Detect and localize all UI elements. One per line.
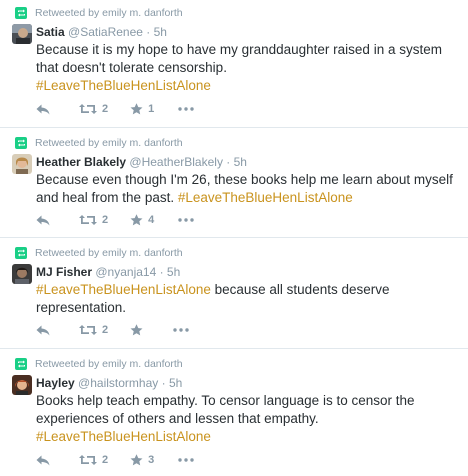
favorite-star-icon	[130, 454, 143, 466]
retweet-count: 2	[102, 214, 109, 226]
retweet-button[interactable]: 2	[79, 324, 108, 336]
tweet-text: Because it is my hope to have my grandda…	[36, 41, 456, 95]
tweet-actions: 2	[36, 322, 189, 338]
retweet-context: Retweeted by emily m. danforth	[15, 358, 183, 370]
timestamp[interactable]: 5h	[234, 155, 247, 169]
timestamp[interactable]: 5h	[154, 25, 167, 39]
tweet-item[interactable]: Retweeted by emily m. danforth Hayley @h…	[0, 351, 468, 476]
retweet-button[interactable]: 2	[79, 214, 108, 226]
retweet-count: 2	[102, 454, 109, 466]
retweet-count: 2	[102, 103, 109, 115]
tweet-text-line: that doesn't tolerate censorship.	[36, 60, 227, 75]
author-handle[interactable]: @nyanja14	[95, 265, 156, 279]
retweet-count: 2	[102, 324, 109, 336]
timestamp[interactable]: 5h	[167, 265, 180, 279]
favorite-star-icon	[130, 103, 143, 115]
retweet-badge-icon	[15, 358, 27, 370]
tweet-header: MJ Fisher @nyanja14 · 5h	[36, 264, 180, 280]
separator: ·	[156, 265, 167, 279]
tweet-item[interactable]: Retweeted by emily m. danforth MJ Fisher…	[0, 240, 468, 349]
favorite-star-icon	[130, 324, 143, 336]
retweet-badge-icon	[15, 137, 27, 149]
retweet-context: Retweeted by emily m. danforth	[15, 137, 183, 149]
more-dots-icon[interactable]	[178, 218, 194, 222]
tweet-text: Books help teach empathy. To censor lang…	[36, 392, 456, 446]
avatar[interactable]	[12, 264, 32, 284]
separator: ·	[158, 376, 169, 390]
retweet-icon	[79, 214, 97, 226]
timestamp[interactable]: 5h	[169, 376, 182, 390]
tweet-text-line: Because even though I'm 26, these books …	[36, 172, 453, 187]
timeline-feed: Retweeted by emily m. danforth Satia @Sa…	[0, 0, 468, 476]
retweet-button[interactable]: 2	[79, 103, 108, 115]
hashtag-link[interactable]: #LeaveTheBlueHenListAlone	[178, 190, 353, 205]
favorite-count: 1	[148, 103, 155, 115]
tweet-header: Heather Blakely @HeatherBlakely · 5h	[36, 154, 247, 170]
author-name[interactable]: Satia	[36, 25, 65, 39]
tweet-text-line: Because it is my hope to have my grandda…	[36, 42, 442, 57]
reply-icon[interactable]	[36, 215, 50, 226]
favorite-count: 4	[148, 214, 155, 226]
avatar[interactable]	[12, 375, 32, 395]
hashtag-link[interactable]: #LeaveTheBlueHenListAlone	[36, 429, 211, 444]
favorite-count: 3	[148, 454, 155, 466]
hashtag-link[interactable]: #LeaveTheBlueHenListAlone	[36, 282, 211, 297]
author-name[interactable]: MJ Fisher	[36, 265, 92, 279]
tweet-text-line: and heal from the past.	[36, 190, 178, 205]
author-name[interactable]: Hayley	[36, 376, 75, 390]
tweet-item[interactable]: Retweeted by emily m. danforth Satia @Sa…	[0, 0, 468, 128]
favorite-button[interactable]: 1	[130, 103, 154, 115]
retweet-icon	[79, 103, 97, 115]
avatar[interactable]	[12, 154, 32, 174]
favorite-button[interactable]: 3	[130, 454, 154, 466]
tweet-text: Because even though I'm 26, these books …	[36, 171, 456, 207]
author-handle[interactable]: @hailstormhay	[78, 376, 158, 390]
retweet-context: Retweeted by emily m. danforth	[15, 7, 183, 19]
retweet-context-label[interactable]: Retweeted by emily m. danforth	[35, 247, 183, 259]
retweet-icon	[79, 454, 97, 466]
retweet-context-label[interactable]: Retweeted by emily m. danforth	[35, 358, 183, 370]
hashtag-link[interactable]: #LeaveTheBlueHenListAlone	[36, 78, 211, 93]
reply-icon[interactable]	[36, 104, 50, 115]
tweet-actions: 2 1	[36, 101, 194, 117]
retweet-button[interactable]: 2	[79, 454, 108, 466]
tweet-text-line: Books help teach empathy. To censor lang…	[36, 393, 415, 408]
reply-icon[interactable]	[36, 325, 50, 336]
favorite-button[interactable]	[130, 324, 143, 336]
tweet-text-line: experiences of others and lessen that em…	[36, 411, 319, 426]
tweet-header: Hayley @hailstormhay · 5h	[36, 375, 182, 391]
tweet-text-line: representation.	[36, 300, 127, 315]
retweet-context: Retweeted by emily m. danforth	[15, 247, 183, 259]
favorite-button[interactable]: 4	[130, 214, 154, 226]
separator: ·	[142, 25, 154, 39]
more-dots-icon[interactable]	[173, 328, 189, 332]
retweet-context-label[interactable]: Retweeted by emily m. danforth	[35, 7, 183, 19]
retweet-badge-icon	[15, 7, 27, 19]
retweet-badge-icon	[15, 247, 27, 259]
avatar[interactable]	[12, 24, 32, 44]
tweet-actions: 2 4	[36, 212, 194, 228]
author-handle[interactable]: @SatiaRenee	[68, 25, 143, 39]
more-dots-icon[interactable]	[178, 458, 194, 462]
author-name[interactable]: Heather Blakely	[36, 155, 126, 169]
favorite-star-icon	[130, 214, 143, 226]
tweet-text: #LeaveTheBlueHenListAlone because all st…	[36, 281, 456, 317]
more-dots-icon[interactable]	[178, 107, 194, 111]
retweet-context-label[interactable]: Retweeted by emily m. danforth	[35, 137, 183, 149]
retweet-icon	[79, 324, 97, 336]
separator: ·	[222, 155, 234, 169]
reply-icon[interactable]	[36, 455, 50, 466]
tweet-header: Satia @SatiaRenee · 5h	[36, 24, 167, 40]
tweet-item[interactable]: Retweeted by emily m. danforth Heather B…	[0, 130, 468, 238]
tweet-actions: 2 3	[36, 452, 194, 468]
tweet-text-line: because all students deserve	[210, 282, 390, 297]
author-handle[interactable]: @HeatherBlakely	[129, 155, 223, 169]
